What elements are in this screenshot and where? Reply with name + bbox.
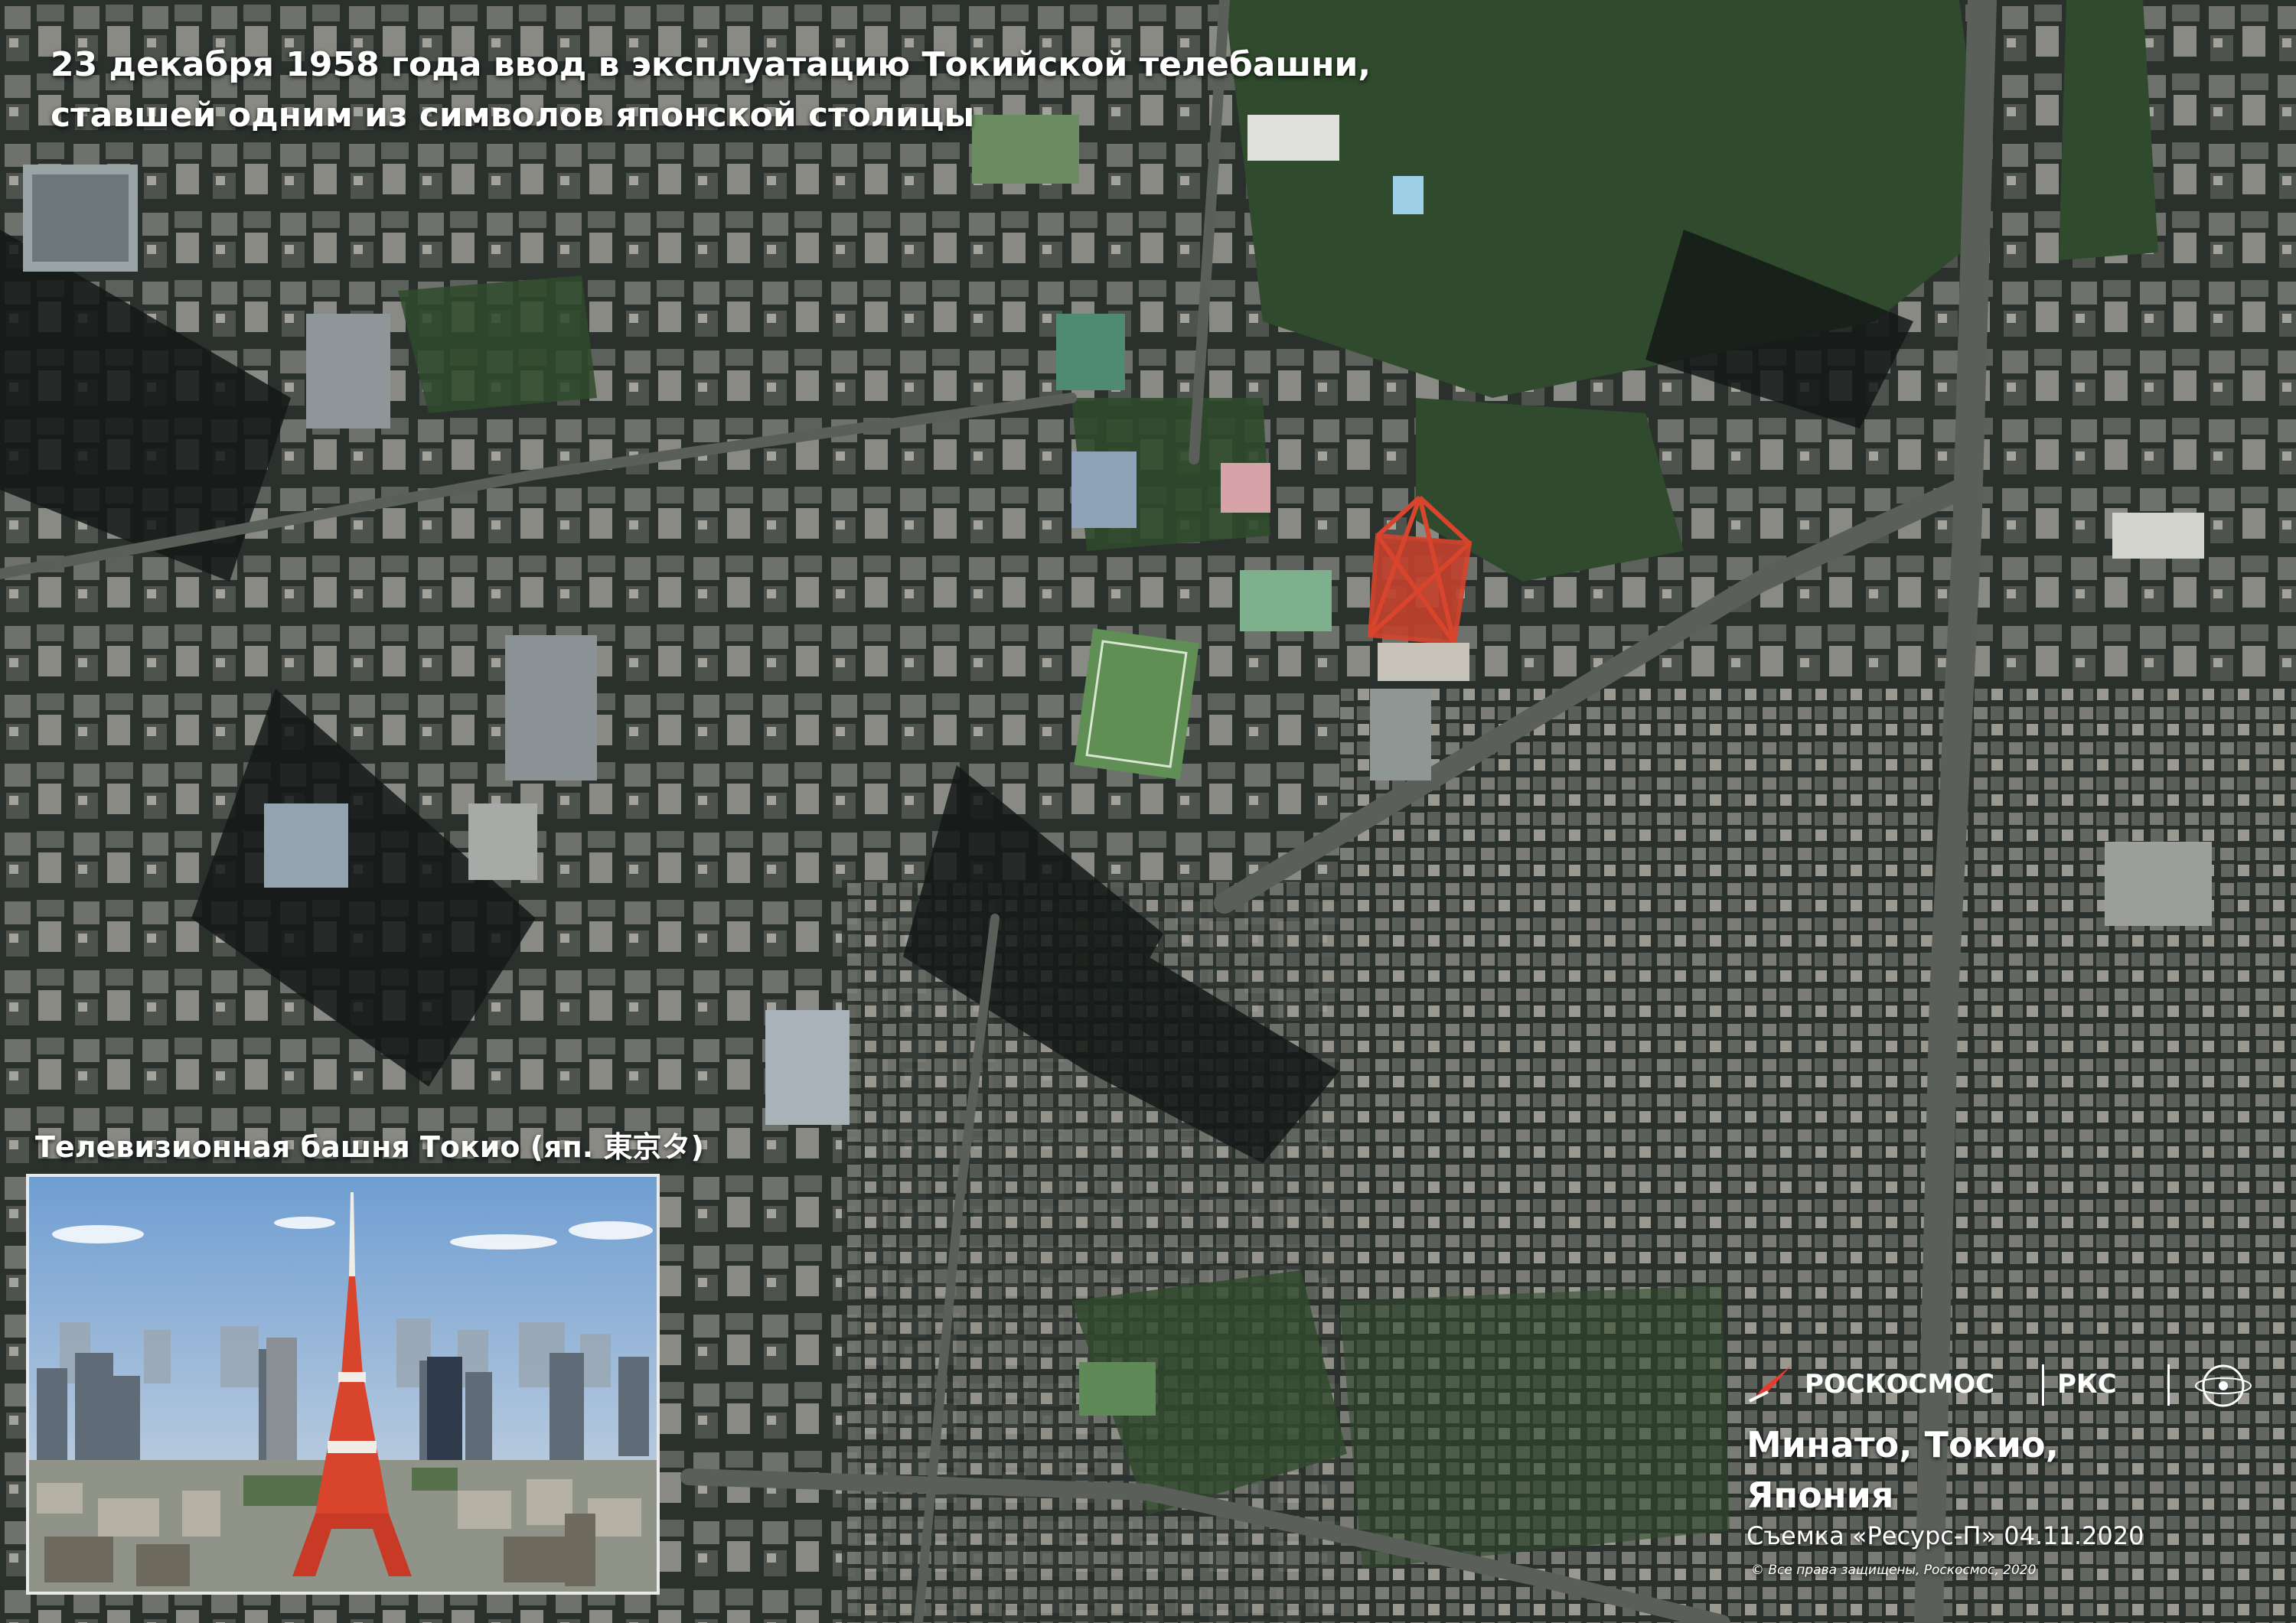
branding-bar: РОСКОСМОС РКС: [1745, 1358, 2281, 1412]
rks-logo-text: РКС: [2057, 1369, 2117, 1400]
capture-info: Съемка «Ресурс-П» 04.11.2020: [1746, 1521, 2144, 1550]
location-label: Минато, Токио, Япония: [1746, 1419, 2059, 1520]
roscosmos-logo-text: РОСКОСМОС: [1805, 1369, 1995, 1400]
headline-line-2: ставшей одним из символов японской столи…: [51, 96, 975, 135]
headline-line-1: 23 декабря 1958 года ввод в эксплуатацию…: [51, 45, 1371, 84]
logo-divider: [2042, 1364, 2044, 1406]
tokyo-tower-photo: [26, 1174, 660, 1595]
copyright-notice: © Все права защищены, Роскосмос, 2020: [1751, 1563, 2037, 1578]
inset-caption: Телевизионная башня Токио (яп. 東京タ): [35, 1130, 704, 1164]
headline: 23 декабря 1958 года ввод в эксплуатацию…: [51, 40, 1371, 141]
location-line-1: Минато, Токио,: [1746, 1424, 2060, 1465]
logo-divider: [2167, 1364, 2170, 1406]
roscosmos-rocket-icon: [1749, 1366, 1791, 1403]
location-line-2: Япония: [1746, 1475, 1894, 1516]
roscosmos-emblem-icon: [2195, 1364, 2252, 1407]
